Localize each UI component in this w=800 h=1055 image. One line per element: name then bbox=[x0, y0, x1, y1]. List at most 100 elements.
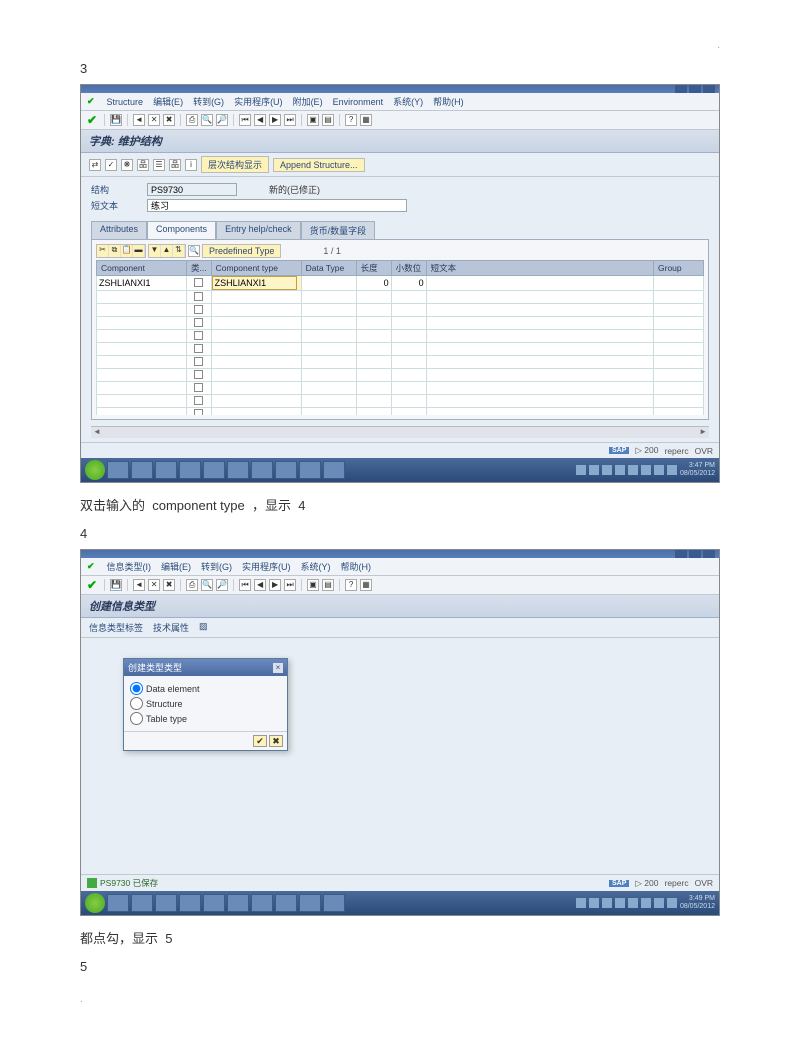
prev-page-icon[interactable]: ◀ bbox=[254, 114, 266, 126]
cell-component-type[interactable] bbox=[212, 276, 297, 290]
col-group[interactable]: Group bbox=[654, 261, 704, 276]
tab-attributes[interactable]: Attributes bbox=[91, 221, 147, 239]
save-icon[interactable]: 💾 bbox=[110, 114, 122, 126]
tray-icon[interactable] bbox=[576, 898, 586, 908]
taskbar-app-icon[interactable] bbox=[227, 461, 249, 479]
table-row[interactable] bbox=[97, 343, 704, 356]
menu-infotype[interactable]: 信息类型(I) bbox=[107, 560, 152, 573]
taskbar-app-icon[interactable] bbox=[155, 461, 177, 479]
enter-icon[interactable]: ✔ bbox=[87, 113, 97, 127]
last-page-icon[interactable]: ⏭ bbox=[284, 114, 296, 126]
radio-structure[interactable] bbox=[130, 697, 143, 710]
col-component-type[interactable]: Component type bbox=[211, 261, 301, 276]
tray-icon[interactable] bbox=[615, 465, 625, 475]
help-icon[interactable]: ? bbox=[345, 579, 357, 591]
tray-icon[interactable] bbox=[654, 898, 664, 908]
tab-components[interactable]: Components bbox=[147, 221, 216, 239]
taskbar-app-icon[interactable] bbox=[179, 461, 201, 479]
radio-data-element[interactable] bbox=[130, 682, 143, 695]
menu-utilities[interactable]: 实用程序(U) bbox=[234, 95, 283, 108]
menu-utilities[interactable]: 实用程序(U) bbox=[242, 560, 291, 573]
first-page-icon[interactable]: ⏮ bbox=[239, 114, 251, 126]
where-used-icon[interactable]: 品 bbox=[137, 159, 149, 171]
close-button[interactable] bbox=[703, 550, 715, 558]
tray-icon[interactable] bbox=[628, 898, 638, 908]
copy-icon[interactable]: ⧉ bbox=[109, 245, 121, 257]
taskbar-app-icon[interactable] bbox=[323, 894, 345, 912]
layout-icon[interactable]: ▦ bbox=[360, 579, 372, 591]
predefined-type-button[interactable]: Predefined Type bbox=[202, 244, 281, 258]
col-component[interactable]: Component bbox=[97, 261, 187, 276]
max-button[interactable] bbox=[689, 550, 701, 558]
tray-icon[interactable] bbox=[602, 898, 612, 908]
taskbar-app-icon[interactable] bbox=[251, 461, 273, 479]
taskbar-app-icon[interactable] bbox=[323, 461, 345, 479]
find-icon[interactable]: 🔍 bbox=[201, 579, 213, 591]
tray-icon[interactable] bbox=[615, 898, 625, 908]
taskbar-app-icon[interactable] bbox=[299, 894, 321, 912]
tray-icon[interactable] bbox=[654, 465, 664, 475]
activate-icon[interactable]: ❋ bbox=[121, 159, 133, 171]
dialog-close-icon[interactable]: × bbox=[273, 663, 283, 673]
typing-checkbox[interactable] bbox=[194, 278, 203, 287]
horizontal-scrollbar[interactable] bbox=[91, 426, 709, 438]
save-icon[interactable]: 💾 bbox=[110, 579, 122, 591]
toggle-icon[interactable]: ⇄ bbox=[89, 159, 101, 171]
collapse-icon[interactable]: ▲ bbox=[161, 245, 173, 257]
tray-icon[interactable] bbox=[641, 898, 651, 908]
min-button[interactable] bbox=[675, 85, 687, 93]
help-icon[interactable]: ? bbox=[345, 114, 357, 126]
start-button[interactable] bbox=[85, 460, 105, 480]
exit-icon[interactable]: ✕ bbox=[148, 114, 160, 126]
dialog-ok-button[interactable]: ✔ bbox=[253, 735, 267, 747]
menu-structure[interactable]: Structure bbox=[107, 97, 144, 107]
exit-icon[interactable]: ✕ bbox=[148, 579, 160, 591]
components-grid[interactable]: Component 类... Component type Data Type … bbox=[96, 260, 704, 415]
paste-icon[interactable]: 📋 bbox=[121, 245, 133, 257]
menu-environment[interactable]: Environment bbox=[333, 97, 384, 107]
col-length[interactable]: 长度 bbox=[356, 261, 391, 276]
taskbar-app-icon[interactable] bbox=[227, 894, 249, 912]
cut-icon[interactable]: ✂ bbox=[97, 245, 109, 257]
radio-table-type[interactable] bbox=[130, 712, 143, 725]
append-structure-button[interactable]: Append Structure... bbox=[273, 158, 365, 172]
taskbar-app-icon[interactable] bbox=[155, 894, 177, 912]
delete-row-icon[interactable]: ▬ bbox=[133, 245, 145, 257]
enter-icon[interactable]: ✔ bbox=[87, 578, 97, 592]
menu-edit[interactable]: 编辑(E) bbox=[161, 560, 191, 573]
tray-icon[interactable] bbox=[576, 465, 586, 475]
last-page-icon[interactable]: ⏭ bbox=[284, 579, 296, 591]
subtab-technical-attr[interactable]: 技术属性 bbox=[153, 621, 189, 634]
menu-system[interactable]: 系统(Y) bbox=[393, 95, 423, 108]
expand-icon[interactable]: ▨ bbox=[199, 621, 208, 634]
shortcut-icon[interactable]: ▤ bbox=[322, 579, 334, 591]
back-icon[interactable]: ◄ bbox=[133, 579, 145, 591]
table-row[interactable] bbox=[97, 304, 704, 317]
cell-decimals[interactable] bbox=[392, 277, 426, 289]
next-page-icon[interactable]: ▶ bbox=[269, 114, 281, 126]
taskbar-app-icon[interactable] bbox=[107, 894, 129, 912]
layout-icon[interactable]: ▦ bbox=[360, 114, 372, 126]
shorttext-field[interactable] bbox=[147, 199, 407, 212]
check-icon[interactable]: ✓ bbox=[105, 159, 117, 171]
shortcut-icon[interactable]: ▤ bbox=[322, 114, 334, 126]
tray-icon[interactable] bbox=[628, 465, 638, 475]
tray-icon[interactable] bbox=[602, 465, 612, 475]
col-typing[interactable]: 类... bbox=[187, 261, 212, 276]
close-button[interactable] bbox=[703, 85, 715, 93]
cell-shorttext[interactable] bbox=[427, 277, 653, 289]
back-icon[interactable]: ◄ bbox=[133, 114, 145, 126]
taskbar-app-icon[interactable] bbox=[299, 461, 321, 479]
other-obj-icon[interactable]: 品 bbox=[169, 159, 181, 171]
cell-data-type[interactable] bbox=[302, 277, 356, 289]
table-row[interactable] bbox=[97, 330, 704, 343]
table-row[interactable] bbox=[97, 382, 704, 395]
info-icon[interactable]: i bbox=[185, 159, 197, 171]
tray-icon[interactable] bbox=[667, 898, 677, 908]
menu-help[interactable]: 帮助(H) bbox=[433, 95, 464, 108]
menu-goto[interactable]: 转到(G) bbox=[201, 560, 232, 573]
cell-component[interactable] bbox=[97, 277, 186, 289]
print-icon[interactable]: ⎙ bbox=[186, 579, 198, 591]
tray-icon[interactable] bbox=[589, 898, 599, 908]
taskbar-app-icon[interactable] bbox=[131, 461, 153, 479]
